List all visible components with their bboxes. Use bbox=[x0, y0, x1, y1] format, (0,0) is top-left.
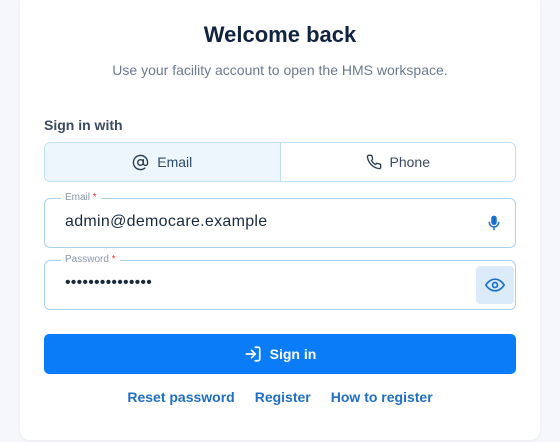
password-label-text: Password bbox=[65, 254, 109, 265]
auth-links: Reset password Register How to register bbox=[0, 389, 560, 405]
phone-icon bbox=[366, 154, 382, 170]
method-phone-label: Phone bbox=[389, 154, 430, 170]
reset-password-link[interactable]: Reset password bbox=[127, 389, 234, 405]
method-phone-button[interactable]: Phone bbox=[279, 143, 516, 181]
method-email-button[interactable]: Email bbox=[45, 143, 280, 181]
email-label-text: Email bbox=[65, 192, 91, 203]
sign-in-label: Sign in bbox=[269, 346, 317, 362]
register-link[interactable]: Register bbox=[255, 389, 311, 405]
required-marker: * bbox=[111, 254, 116, 265]
method-email-label: Email bbox=[157, 154, 193, 170]
email-input[interactable]: admin@democare.example bbox=[65, 213, 268, 231]
microphone-icon bbox=[486, 214, 502, 232]
sign-in-with-label: Sign in with bbox=[44, 117, 123, 133]
eye-icon bbox=[485, 275, 505, 295]
sign-in-button[interactable]: Sign in bbox=[44, 334, 516, 374]
voice-input-button[interactable] bbox=[483, 211, 505, 235]
sign-in-icon bbox=[244, 345, 262, 363]
password-input[interactable]: ••••••••••••••• bbox=[65, 274, 152, 292]
page-subtitle: Use your facility account to open the HM… bbox=[112, 62, 448, 78]
required-marker: * bbox=[92, 192, 97, 203]
email-field[interactable]: Email * admin@democare.example bbox=[44, 192, 516, 248]
how-to-register-link[interactable]: How to register bbox=[331, 389, 433, 405]
at-icon bbox=[132, 154, 149, 171]
password-field-label: Password * bbox=[61, 254, 120, 265]
toggle-password-visibility-button[interactable] bbox=[476, 266, 514, 304]
sign-in-method-toggle: Email Phone bbox=[44, 142, 516, 182]
email-field-label: Email * bbox=[61, 192, 101, 203]
page-title: Welcome back bbox=[203, 22, 357, 47]
password-field[interactable]: Password * ••••••••••••••• bbox=[44, 254, 516, 310]
